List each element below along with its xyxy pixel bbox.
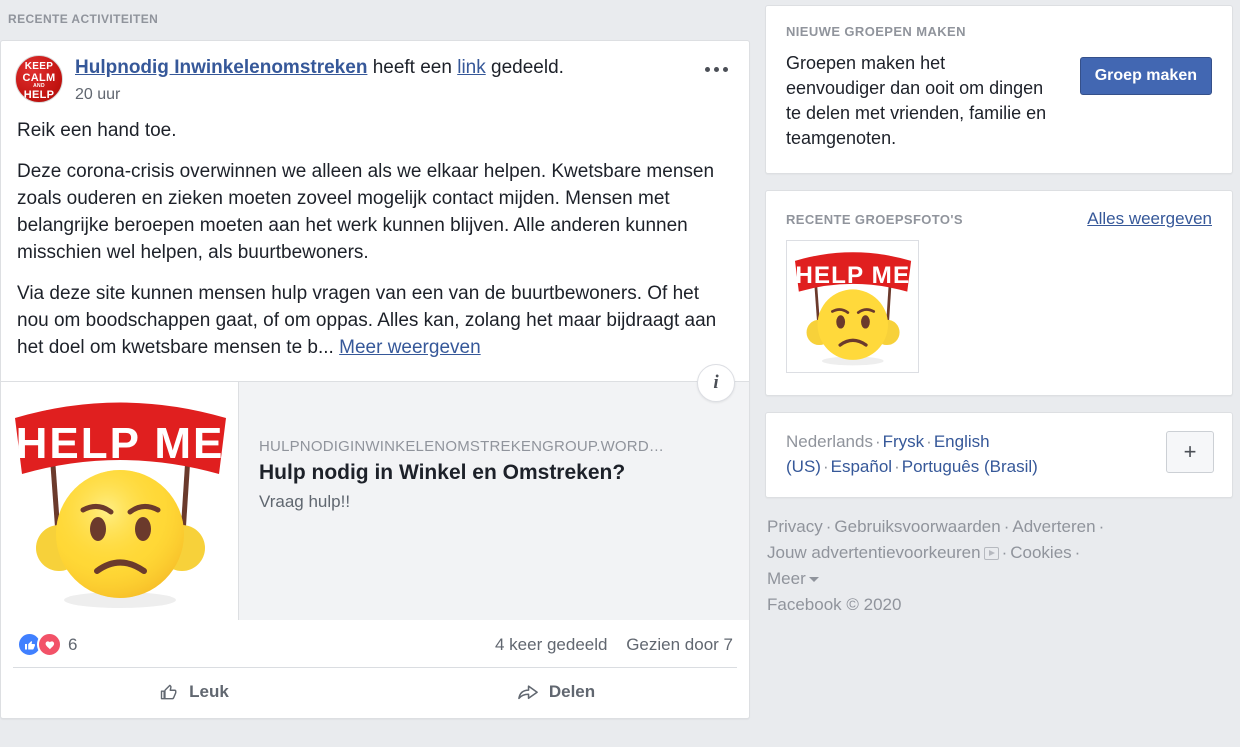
svg-text:HELP ME: HELP ME: [16, 419, 225, 468]
chevron-down-icon[interactable]: [808, 577, 819, 583]
adchoices-icon[interactable]: [983, 547, 999, 560]
page-root: RECENTE ACTIVITEITEN KEEP CALM AND HELP …: [0, 0, 1240, 747]
see-more-link[interactable]: Meer weergeven: [339, 337, 481, 358]
post-paragraph-2: Deze corona-crisis overwinnen we alleen …: [17, 161, 715, 263]
share-arrow-icon: [517, 682, 539, 702]
post-meta: 4 keer gedeeld Gezien door 7: [481, 635, 733, 655]
site-footer: Privacy · Gebruiksvoorwaarden · Adverteren · J…: [767, 517, 1105, 614]
create-groups-content: Groepen maken het eenvoudiger dan ooit o…: [786, 51, 1212, 151]
post-timestamp[interactable]: 20 uur: [75, 85, 735, 105]
footer-link-privacy[interactable]: Privacy: [767, 517, 823, 536]
avatar-line-1: KEEP: [24, 61, 54, 72]
recent-activity-column: RECENTE ACTIVITEITEN KEEP CALM AND HELP …: [0, 0, 750, 747]
footer-copyright: Facebook © 2020: [767, 595, 902, 614]
create-groups-title: NIEUWE GROEPEN MAKEN: [786, 24, 966, 39]
attachment-image[interactable]: HELP ME: [1, 382, 239, 620]
footer-link-terms[interactable]: Gebruiksvoorwaarden: [834, 517, 1000, 536]
post-paragraph-3: Via deze site kunnen mensen hulp vragen …: [17, 280, 733, 361]
section-heading-recent-activity: RECENTE ACTIVITEITEN: [8, 12, 159, 26]
attachment-description: Vraag hulp!!: [259, 492, 351, 511]
attachment-domain: HULPNODIGINWINKELENOMSTREKENGROUP.WORD…: [259, 438, 665, 455]
footer-link-more[interactable]: Meer: [767, 569, 806, 588]
post-attachment-type-link[interactable]: link: [457, 57, 486, 78]
right-sidebar: NIEUWE GROEPEN MAKEN Groepen maken het e…: [765, 5, 1233, 618]
post-action-prefix: heeft een: [367, 57, 458, 78]
post-paragraph-1: Reik een hand toe.: [17, 120, 177, 141]
footer-link-cookies[interactable]: Cookies: [1010, 543, 1071, 562]
post-header-text: Hulpnodig Inwinkelenomstreken heeft een …: [75, 55, 735, 105]
share-button-label: Delen: [548, 682, 596, 701]
footer-link-advertising[interactable]: Adverteren: [1012, 517, 1095, 536]
language-card: Nederlands · Frysk · English (US) · Español · Po…: [765, 412, 1233, 498]
language-list: Nederlands · Frysk · English (US) · Español · Po…: [786, 432, 1038, 476]
language-current: Nederlands: [786, 432, 873, 451]
group-photo-thumbnail[interactable]: HELP ME: [786, 240, 919, 373]
language-item-frysk[interactable]: Frysk: [883, 432, 925, 451]
recent-photos-header: RECENTE GROEPSFOTO'S Alles weergeven: [786, 209, 1212, 229]
view-count: Gezien door 7: [626, 634, 733, 654]
recent-group-photos-card: RECENTE GROEPSFOTO'S Alles weergeven HEL…: [765, 190, 1233, 396]
avatar-line-4: HELP: [23, 89, 55, 101]
info-icon[interactable]: i: [697, 364, 735, 402]
like-button[interactable]: Leuk: [13, 668, 375, 718]
post-actions: Leuk Delen: [13, 667, 737, 718]
recent-photos-title: RECENTE GROEPSFOTO'S: [786, 212, 963, 227]
share-count[interactable]: 4 keer gedeeld: [495, 635, 607, 654]
share-button[interactable]: Delen: [375, 668, 737, 718]
post-card: KEEP CALM AND HELP Hulpnodig Inwinkeleno…: [0, 40, 750, 719]
post-body: Reik een hand toe. Deze corona-crisis ov…: [1, 105, 749, 367]
help-me-emoji-thumb-icon: HELP ME: [787, 241, 918, 372]
attachment-title[interactable]: Hulp nodig in Winkel en Omstreken?: [259, 460, 733, 486]
post-author-link[interactable]: Hulpnodig Inwinkelenomstreken: [75, 57, 367, 78]
author-avatar[interactable]: KEEP CALM AND HELP: [15, 55, 63, 103]
heart-reaction-icon: [37, 632, 62, 657]
post-action-suffix: gedeeld.: [485, 57, 564, 78]
ellipsis-icon[interactable]: [697, 57, 735, 81]
thumbs-up-icon: [159, 682, 179, 702]
post-stats-row: 6 4 keer gedeeld Gezien door 7: [1, 620, 749, 667]
create-groups-blurb: Groepen maken het eenvoudiger dan ooit o…: [786, 53, 1047, 148]
link-attachment[interactable]: i HELP ME HULPNODIGINWINKELENOMSTREKENGR…: [1, 364, 749, 620]
create-groups-card: NIEUWE GROEPEN MAKEN Groepen maken het e…: [765, 5, 1233, 174]
add-language-button[interactable]: +: [1166, 431, 1214, 473]
language-item-portugues-brasil[interactable]: Português (Brasil): [902, 457, 1038, 476]
see-all-photos-link[interactable]: Alles weergeven: [1087, 209, 1212, 229]
reaction-count: 6: [68, 634, 78, 654]
reaction-summary[interactable]: 6: [17, 632, 77, 657]
like-button-label: Leuk: [189, 682, 229, 701]
svg-text:HELP ME: HELP ME: [795, 262, 910, 289]
create-group-button[interactable]: Groep maken: [1079, 57, 1212, 95]
language-item-espanol[interactable]: Español: [831, 457, 892, 476]
help-me-emoji-icon: HELP ME: [1, 382, 238, 620]
attachment-info: HULPNODIGINWINKELENOMSTREKENGROUP.WORD… …: [239, 382, 749, 620]
post-header: KEEP CALM AND HELP Hulpnodig Inwinkeleno…: [1, 41, 749, 105]
post-byline: Hulpnodig Inwinkelenomstreken heeft een …: [75, 56, 735, 80]
footer-link-ad-preferences[interactable]: Jouw advertentievoorkeuren: [767, 543, 981, 562]
